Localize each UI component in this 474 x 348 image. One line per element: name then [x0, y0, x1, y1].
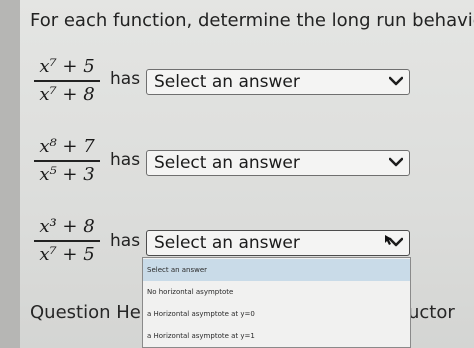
function-1-fraction: x⁷ + 5 x⁷ + 8 [34, 56, 100, 106]
answer-select-1[interactable]: Select an answer [146, 69, 410, 95]
fraction-bar [34, 240, 100, 242]
answer-select-2[interactable]: Select an answer [146, 150, 410, 176]
has-label-3: has [110, 231, 141, 251]
has-label-2: has [110, 150, 141, 170]
answer-select-3[interactable]: Select an answer [146, 230, 410, 256]
instruction-heading: For each function, determine the long ru… [30, 10, 474, 31]
dropdown-option-no-asymptote[interactable]: No horizontal asymptote [143, 281, 410, 303]
chevron-down-icon [389, 76, 403, 86]
mouse-cursor-icon [385, 235, 392, 245]
answer-select-1-value: Select an answer [154, 72, 300, 92]
function-3-fraction: x³ + 8 x⁷ + 5 [34, 216, 100, 266]
dropdown-option-asymptote-y0[interactable]: a Horizontal asymptote at y=0 [143, 303, 410, 325]
function-2-denominator: x⁵ + 3 [39, 163, 95, 185]
function-2-fraction: x⁸ + 7 x⁵ + 3 [34, 136, 100, 186]
question-help-link[interactable]: Question Help [30, 302, 157, 323]
function-1-numerator: x⁷ + 5 [39, 56, 95, 77]
answer-select-3-value: Select an answer [154, 233, 300, 253]
chevron-down-icon [389, 157, 403, 167]
answer-dropdown-list: Select an answer No horizontal asymptote… [142, 257, 411, 348]
answer-select-2-value: Select an answer [154, 153, 300, 173]
function-3-numerator: x³ + 8 [39, 216, 95, 237]
dropdown-option-asymptote-y1[interactable]: a Horizontal asymptote at y=1 [143, 325, 410, 347]
fraction-bar [34, 160, 100, 162]
function-2-numerator: x⁸ + 7 [39, 136, 95, 157]
fraction-bar [34, 80, 100, 82]
function-3-denominator: x⁷ + 5 [39, 243, 95, 265]
function-1-denominator: x⁷ + 8 [39, 83, 95, 105]
has-label-1: has [110, 69, 141, 89]
dropdown-option-select[interactable]: Select an answer [143, 259, 410, 281]
instructor-link-partial[interactable]: uctor [408, 302, 455, 323]
